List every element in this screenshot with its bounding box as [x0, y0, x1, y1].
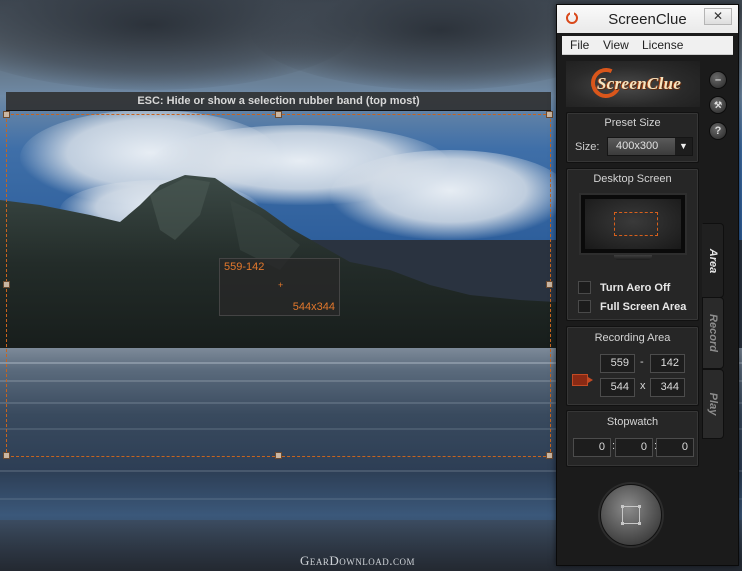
logo: ScreenClue — [566, 61, 700, 107]
area-times: x — [640, 380, 646, 392]
watermark: GearDownload.com — [300, 553, 416, 568]
resize-handle-bottom-left[interactable] — [3, 452, 10, 459]
stopwatch-panel: Stopwatch 0 : 0 : 0 — [566, 410, 699, 467]
area-dash: - — [640, 356, 644, 368]
tab-record[interactable]: Record — [702, 297, 724, 369]
menu-file[interactable]: File — [570, 38, 589, 52]
desktop-screen-title: Desktop Screen — [593, 173, 672, 185]
monitor-selection-preview — [614, 212, 658, 236]
recording-area-title: Recording Area — [594, 332, 671, 344]
menu-view[interactable]: View — [603, 38, 629, 52]
preset-size-value: 400x300 — [616, 140, 659, 152]
area-x-field[interactable]: 559 — [600, 354, 635, 373]
tab-play-label: Play — [707, 392, 719, 416]
film-camera-icon[interactable] — [572, 374, 593, 386]
stopwatch-title: Stopwatch — [606, 416, 659, 428]
full-screen-checkbox[interactable] — [578, 300, 591, 313]
recording-area-panel: Recording Area 559 - 142 544 x 344 — [566, 326, 699, 406]
menu-bar: File View License — [562, 36, 733, 55]
full-screen-label: Full Screen Area — [600, 301, 687, 313]
size-label: Size: — [575, 141, 600, 153]
crosshair-icon: + — [278, 280, 284, 290]
resize-handle-bottom[interactable] — [275, 452, 282, 459]
selection-size-label: 544x344 — [292, 301, 335, 313]
preset-size-panel: Preset Size Size: 400x300 ▼ — [566, 112, 699, 163]
tab-area[interactable]: Area — [702, 223, 724, 298]
record-button[interactable] — [600, 484, 662, 546]
menu-license[interactable]: License — [642, 38, 683, 52]
resize-handle-bottom-right[interactable] — [546, 452, 553, 459]
monitor-screen — [585, 199, 681, 249]
close-button[interactable]: ✕ — [704, 8, 732, 25]
screenclue-window: ScreenClue ✕ File View License ScreenClu… — [556, 4, 739, 566]
stopwatch-minutes[interactable]: 0 — [615, 438, 653, 457]
help-icon[interactable]: ? — [709, 122, 727, 140]
resize-handle-left[interactable] — [3, 281, 10, 288]
preset-size-title: Preset Size — [604, 117, 661, 129]
monitor-stand — [614, 255, 652, 260]
minimize-icon[interactable]: – — [709, 71, 727, 89]
preset-size-select[interactable]: 400x300 ▼ — [607, 137, 693, 156]
aero-off-checkbox[interactable] — [578, 281, 591, 294]
aero-off-label: Turn Aero Off — [600, 282, 671, 294]
selection-info-box: 559-142 + 544x344 — [219, 258, 340, 316]
tab-play[interactable]: Play — [702, 369, 724, 439]
area-height-field[interactable]: 344 — [650, 378, 685, 397]
title-bar[interactable]: ScreenClue ✕ — [557, 5, 738, 33]
stopwatch-hours[interactable]: 0 — [573, 438, 611, 457]
chevron-down-icon[interactable]: ▼ — [675, 138, 692, 155]
stopwatch-seconds[interactable]: 0 — [656, 438, 694, 457]
tab-record-label: Record — [707, 314, 719, 352]
selection-hint-bar: ESC: Hide or show a selection rubber ban… — [6, 92, 551, 111]
area-width-field[interactable]: 544 — [600, 378, 635, 397]
resize-handle-right[interactable] — [546, 281, 553, 288]
wrench-icon[interactable]: ⚒ — [709, 96, 727, 114]
tab-area-label: Area — [707, 248, 719, 273]
resize-handle-top-left[interactable] — [3, 111, 10, 118]
logo-text: ScreenClue — [597, 74, 682, 93]
selection-position-label: 559-142 — [224, 261, 265, 273]
resize-handle-top[interactable] — [275, 111, 282, 118]
area-y-field[interactable]: 142 — [650, 354, 685, 373]
desktop-screen-panel: Desktop Screen Turn Aero Off Full Screen… — [566, 168, 699, 321]
monitor-preview[interactable] — [579, 193, 687, 255]
resize-handle-top-right[interactable] — [546, 111, 553, 118]
selection-square-icon — [621, 505, 641, 525]
